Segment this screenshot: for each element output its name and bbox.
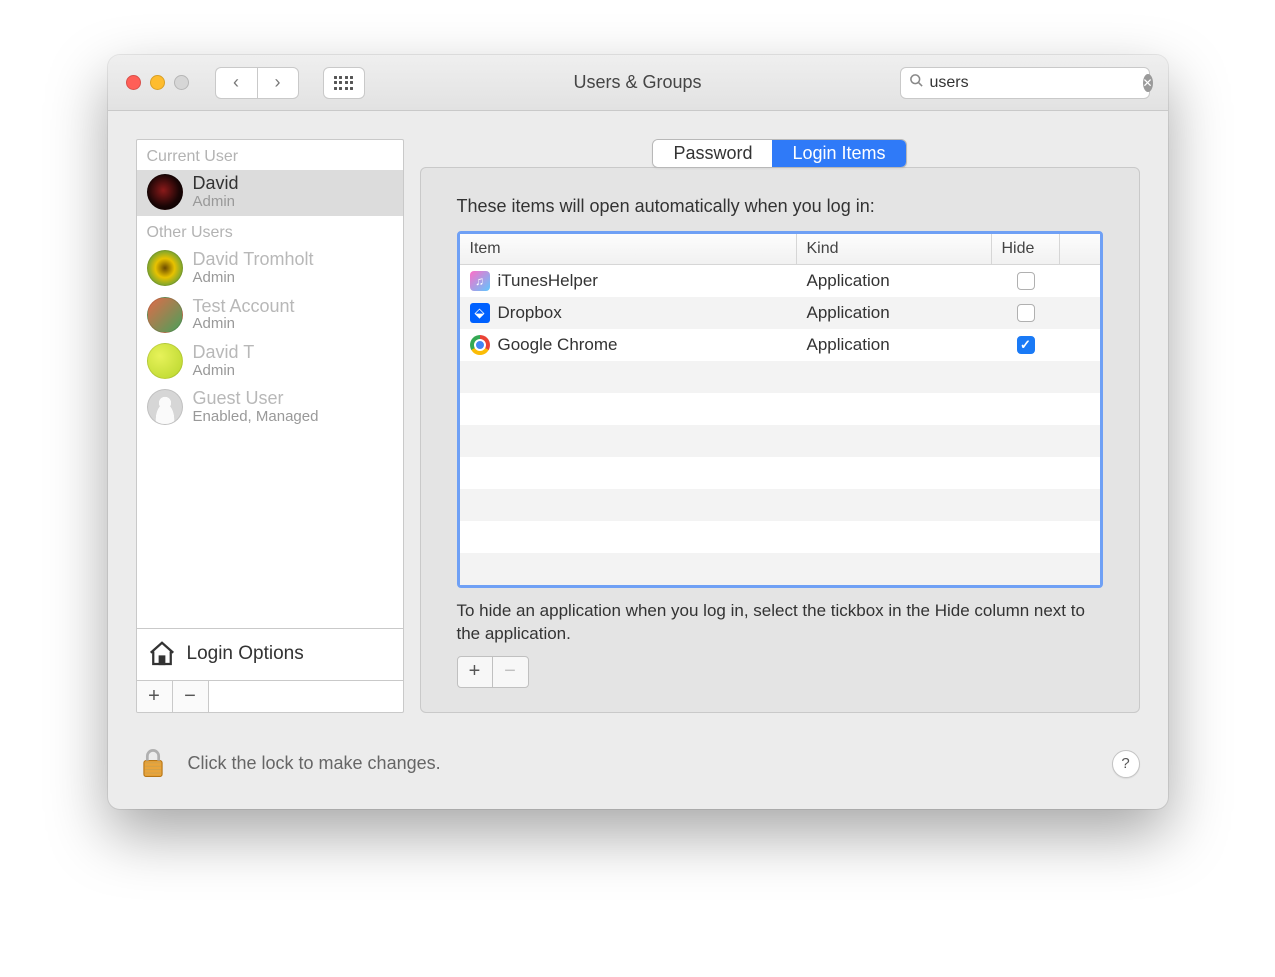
table-row[interactable]: Dropbox Application <box>460 297 1100 329</box>
grid-icon <box>334 76 354 90</box>
hide-hint-text: To hide an application when you log in, … <box>457 600 1103 646</box>
col-spacer <box>1060 234 1100 264</box>
user-name: Test Account <box>193 297 295 317</box>
chrome-icon <box>470 335 490 355</box>
cell-item: Google Chrome <box>460 335 797 355</box>
remove-user-button[interactable]: − <box>173 681 209 712</box>
sidebar-user-item[interactable]: David T Admin <box>137 339 403 385</box>
sidebar-footer: + − <box>137 680 403 712</box>
users-sidebar: Current User David Admin Other Users Dav… <box>136 139 404 713</box>
table-row <box>460 361 1100 393</box>
login-items-panel: These items will open automatically when… <box>420 167 1140 713</box>
add-user-button[interactable]: + <box>137 681 173 712</box>
plus-icon: + <box>148 685 160 708</box>
sidebar-user-item[interactable]: David Tromholt Admin <box>137 246 403 292</box>
itunes-icon <box>470 271 490 291</box>
table-row <box>460 521 1100 553</box>
cell-kind: Application <box>797 335 992 355</box>
help-button[interactable]: ? <box>1112 750 1140 778</box>
user-role: Admin <box>193 316 295 333</box>
current-user-header: Current User <box>137 140 403 170</box>
user-role: Admin <box>193 363 255 380</box>
add-login-item-button[interactable]: + <box>458 657 493 687</box>
hide-checkbox[interactable] <box>1017 304 1035 322</box>
search-icon <box>909 73 924 93</box>
cell-hide <box>992 304 1060 322</box>
col-hide[interactable]: Hide <box>992 234 1060 264</box>
clear-search-button[interactable]: ✕ <box>1143 74 1153 92</box>
hide-checkbox[interactable] <box>1017 336 1035 354</box>
user-role: Admin <box>193 270 314 287</box>
zoom-window-button[interactable] <box>174 75 189 90</box>
traffic-lights <box>126 75 189 90</box>
plus-icon: + <box>469 660 481 683</box>
lock-text: Click the lock to make changes. <box>188 753 441 774</box>
titlebar: ‹ › Users & Groups ✕ <box>108 55 1168 111</box>
col-kind[interactable]: Kind <box>797 234 992 264</box>
avatar <box>147 297 183 333</box>
col-item[interactable]: Item <box>460 234 797 264</box>
login-items-add-remove: + − <box>457 656 529 688</box>
tab-password[interactable]: Password <box>653 140 772 167</box>
chevron-right-icon: › <box>275 72 281 93</box>
table-row <box>460 457 1100 489</box>
login-options-button[interactable]: Login Options <box>137 628 403 680</box>
cell-item: iTunesHelper <box>460 271 797 291</box>
sidebar-user-current[interactable]: David Admin <box>137 170 403 216</box>
home-icon <box>147 639 177 669</box>
help-icon: ? <box>1121 755 1129 772</box>
table-header: Item Kind Hide <box>460 234 1100 265</box>
back-button[interactable]: ‹ <box>215 67 257 99</box>
chevron-left-icon: ‹ <box>233 72 239 93</box>
cell-kind: Application <box>797 303 992 323</box>
item-name: Google Chrome <box>498 335 618 355</box>
show-all-button[interactable] <box>323 67 365 99</box>
user-name: David T <box>193 343 255 363</box>
cell-item: Dropbox <box>460 303 797 323</box>
prefs-window: ‹ › Users & Groups ✕ C <box>108 55 1168 809</box>
table-row[interactable]: Google Chrome Application <box>460 329 1100 361</box>
table-row <box>460 553 1100 585</box>
cell-hide <box>992 272 1060 290</box>
table-row <box>460 425 1100 457</box>
hide-checkbox[interactable] <box>1017 272 1035 290</box>
user-role: Admin <box>193 194 239 211</box>
remove-login-item-button[interactable]: − <box>493 657 528 687</box>
minimize-window-button[interactable] <box>150 75 165 90</box>
sidebar-user-item[interactable]: Guest User Enabled, Managed <box>137 385 403 431</box>
lock-icon[interactable] <box>136 747 170 781</box>
minus-icon: − <box>184 685 196 708</box>
forward-button[interactable]: › <box>257 67 299 99</box>
item-name: iTunesHelper <box>498 271 598 291</box>
tab-login-items[interactable]: Login Items <box>772 140 905 167</box>
dropbox-icon <box>470 303 490 323</box>
table-row <box>460 393 1100 425</box>
user-name: David <box>193 174 239 194</box>
close-window-button[interactable] <box>126 75 141 90</box>
search-field[interactable]: ✕ <box>900 67 1150 99</box>
login-items-table[interactable]: Item Kind Hide iTunesHelperApplicationDr… <box>457 231 1103 588</box>
item-name: Dropbox <box>498 303 562 323</box>
minus-icon: − <box>504 660 516 683</box>
login-options-label: Login Options <box>187 643 304 665</box>
search-input[interactable] <box>930 74 1137 92</box>
avatar <box>147 174 183 210</box>
tabs: Password Login Items <box>420 139 1140 168</box>
sidebar-user-item[interactable]: Test Account Admin <box>137 293 403 339</box>
table-row[interactable]: iTunesHelper Application <box>460 265 1100 297</box>
user-name: Guest User <box>193 389 319 409</box>
x-icon: ✕ <box>1143 76 1153 90</box>
cell-kind: Application <box>797 271 992 291</box>
nav-buttons: ‹ › <box>215 67 299 99</box>
avatar <box>147 250 183 286</box>
user-name: David Tromholt <box>193 250 314 270</box>
table-row <box>460 489 1100 521</box>
cell-hide <box>992 336 1060 354</box>
user-role: Enabled, Managed <box>193 409 319 426</box>
panel-description: These items will open automatically when… <box>457 196 1103 217</box>
avatar <box>147 343 183 379</box>
other-users-header: Other Users <box>137 216 403 246</box>
footer: Click the lock to make changes. ? <box>108 733 1168 809</box>
avatar <box>147 389 183 425</box>
